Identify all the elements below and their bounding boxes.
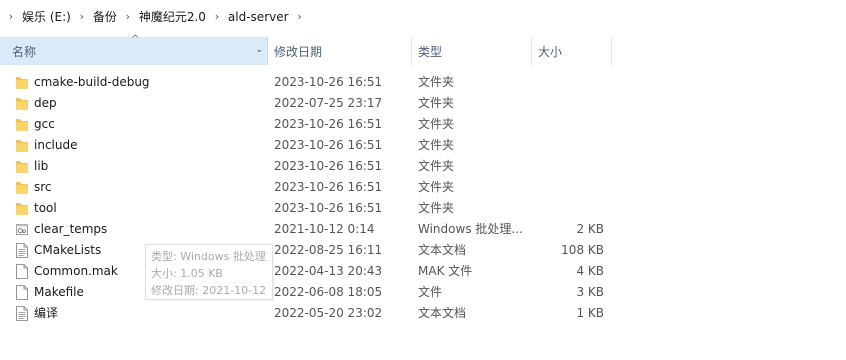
file-type: 文件夹 <box>418 138 455 152</box>
file-size <box>532 156 604 177</box>
file-size: 4 KB <box>576 264 604 278</box>
file-row[interactable]: lib 2023-10-26 16:51 文件夹 <box>0 156 846 177</box>
folder-icon <box>14 156 30 177</box>
tooltip-type: 类型: Windows 批处理文件 <box>151 250 267 263</box>
file-type: 文件 <box>418 285 443 299</box>
column-header-type-label: 类型 <box>418 44 443 59</box>
file-row[interactable]: 编译 2022-05-20 23:02 文本文档 1 KB <box>0 303 846 324</box>
file-type: 文件夹 <box>418 117 455 131</box>
file-size <box>532 135 604 156</box>
file-type: 文件夹 <box>418 159 455 173</box>
folder-icon <box>14 135 30 156</box>
column-header-size[interactable]: 大小 <box>532 37 612 65</box>
file-size: 1 KB <box>576 306 604 320</box>
chevron-right-icon[interactable]: › <box>4 10 18 23</box>
breadcrumb-project[interactable]: 神魔纪元2.0 <box>135 8 210 25</box>
column-header-date[interactable]: 修改日期 <box>268 37 412 65</box>
file-name: 编译 <box>34 306 59 320</box>
chevron-down-icon[interactable]: ⌄ <box>255 45 263 55</box>
file-icon <box>14 282 30 303</box>
file-row[interactable]: include 2023-10-26 16:51 文件夹 <box>0 135 846 156</box>
file-name: include <box>34 138 78 152</box>
file-size <box>532 198 604 219</box>
file-modified-date: 2022-06-08 18:05 <box>274 285 383 299</box>
text-file-icon <box>14 240 30 261</box>
folder-icon <box>14 72 30 93</box>
file-row[interactable]: clear_temps 2021-10-12 0:14 Windows 批处理...… <box>0 219 846 240</box>
file-size <box>532 72 604 93</box>
file-name: dep <box>34 96 57 110</box>
file-row[interactable]: Common.mak 2022-04-13 20:43 MAK 文件 4 KB <box>0 261 846 282</box>
file-size <box>532 177 604 198</box>
file-modified-date: 2022-05-20 23:02 <box>274 306 383 320</box>
file-row[interactable]: dep 2022-07-25 23:17 文件夹 <box>0 93 846 114</box>
file-modified-date: 2022-08-25 16:11 <box>274 243 383 257</box>
folder-icon <box>14 198 30 219</box>
address-breadcrumb[interactable]: › 娱乐 (E:) › 备份 › 神魔纪元2.0 › ald-server › <box>0 0 846 33</box>
tooltip-size: 大小: 1.05 KB <box>151 267 223 280</box>
file-modified-date: 2023-10-26 16:51 <box>274 138 383 152</box>
text-file-icon <box>14 303 30 324</box>
file-type: 文本文档 <box>418 306 467 320</box>
column-header-name-label: 名称 <box>12 44 37 59</box>
file-info-tooltip: 类型: Windows 批处理文件 大小: 1.05 KB 修改日期: 2021… <box>145 244 273 300</box>
file-name: lib <box>34 159 49 173</box>
file-size <box>532 93 604 114</box>
file-size: 108 KB <box>561 243 604 257</box>
file-modified-date: 2023-10-26 16:51 <box>274 180 383 194</box>
file-name: Common.mak <box>34 264 118 278</box>
file-modified-date: 2022-07-25 23:17 <box>274 96 383 110</box>
file-modified-date: 2023-10-26 16:51 <box>274 159 383 173</box>
file-type: MAK 文件 <box>418 264 473 278</box>
file-type: Windows 批处理... <box>418 222 523 236</box>
column-header-name[interactable]: 名称 ^ ⌄ <box>0 34 268 65</box>
file-size: 2 KB <box>576 222 604 236</box>
tooltip-date: 修改日期: 2021-10-12 0:14 <box>151 284 267 297</box>
file-name: Makefile <box>34 285 84 299</box>
chevron-right-icon[interactable]: › <box>121 10 135 23</box>
file-row[interactable]: CMakeLists 2022-08-25 16:11 文本文档 108 KB <box>0 240 846 261</box>
chevron-right-icon[interactable]: › <box>210 10 224 23</box>
column-header-date-label: 修改日期 <box>274 44 323 59</box>
breadcrumb-backup[interactable]: 备份 <box>89 8 121 25</box>
file-row[interactable]: gcc 2023-10-26 16:51 文件夹 <box>0 114 846 135</box>
file-name: tool <box>34 201 57 215</box>
file-row[interactable]: tool 2023-10-26 16:51 文件夹 <box>0 198 846 219</box>
chevron-right-icon[interactable]: › <box>75 10 89 23</box>
breadcrumb-drive[interactable]: 娱乐 (E:) <box>18 8 75 25</box>
file-modified-date: 2021-10-12 0:14 <box>274 222 375 236</box>
file-row[interactable]: cmake-build-debug 2023-10-26 16:51 文件夹 <box>0 72 846 93</box>
file-size: 3 KB <box>576 285 604 299</box>
file-type: 文件夹 <box>418 180 455 194</box>
file-name: clear_temps <box>34 222 108 236</box>
file-modified-date: 2023-10-26 16:51 <box>274 201 383 215</box>
batch-file-icon <box>14 219 30 240</box>
folder-icon <box>14 177 30 198</box>
folder-icon <box>14 93 30 114</box>
column-header-size-label: 大小 <box>538 44 563 59</box>
file-type: 文本文档 <box>418 243 467 257</box>
file-type: 文件夹 <box>418 75 455 89</box>
file-modified-date: 2022-04-13 20:43 <box>274 264 383 278</box>
breadcrumb-current[interactable]: ald-server <box>224 10 293 24</box>
file-row[interactable]: src 2023-10-26 16:51 文件夹 <box>0 177 846 198</box>
column-header-row: 名称 ^ ⌄ 修改日期 类型 大小 <box>0 34 846 66</box>
file-name: cmake-build-debug <box>34 75 150 89</box>
file-type: 文件夹 <box>418 96 455 110</box>
file-icon <box>14 261 30 282</box>
file-list: cmake-build-debug 2023-10-26 16:51 文件夹 dep 2… <box>0 72 846 324</box>
file-type: 文件夹 <box>418 201 455 215</box>
file-size <box>532 114 604 135</box>
file-name: src <box>34 180 52 194</box>
column-header-type[interactable]: 类型 <box>412 37 532 65</box>
file-modified-date: 2023-10-26 16:51 <box>274 117 383 131</box>
file-name: gcc <box>34 117 55 131</box>
file-modified-date: 2023-10-26 16:51 <box>274 75 383 89</box>
chevron-right-icon[interactable]: › <box>293 10 307 23</box>
file-row[interactable]: Makefile 2022-06-08 18:05 文件 3 KB <box>0 282 846 303</box>
file-name: CMakeLists <box>34 243 102 257</box>
sort-ascending-icon: ^ <box>131 34 140 45</box>
folder-icon <box>14 114 30 135</box>
